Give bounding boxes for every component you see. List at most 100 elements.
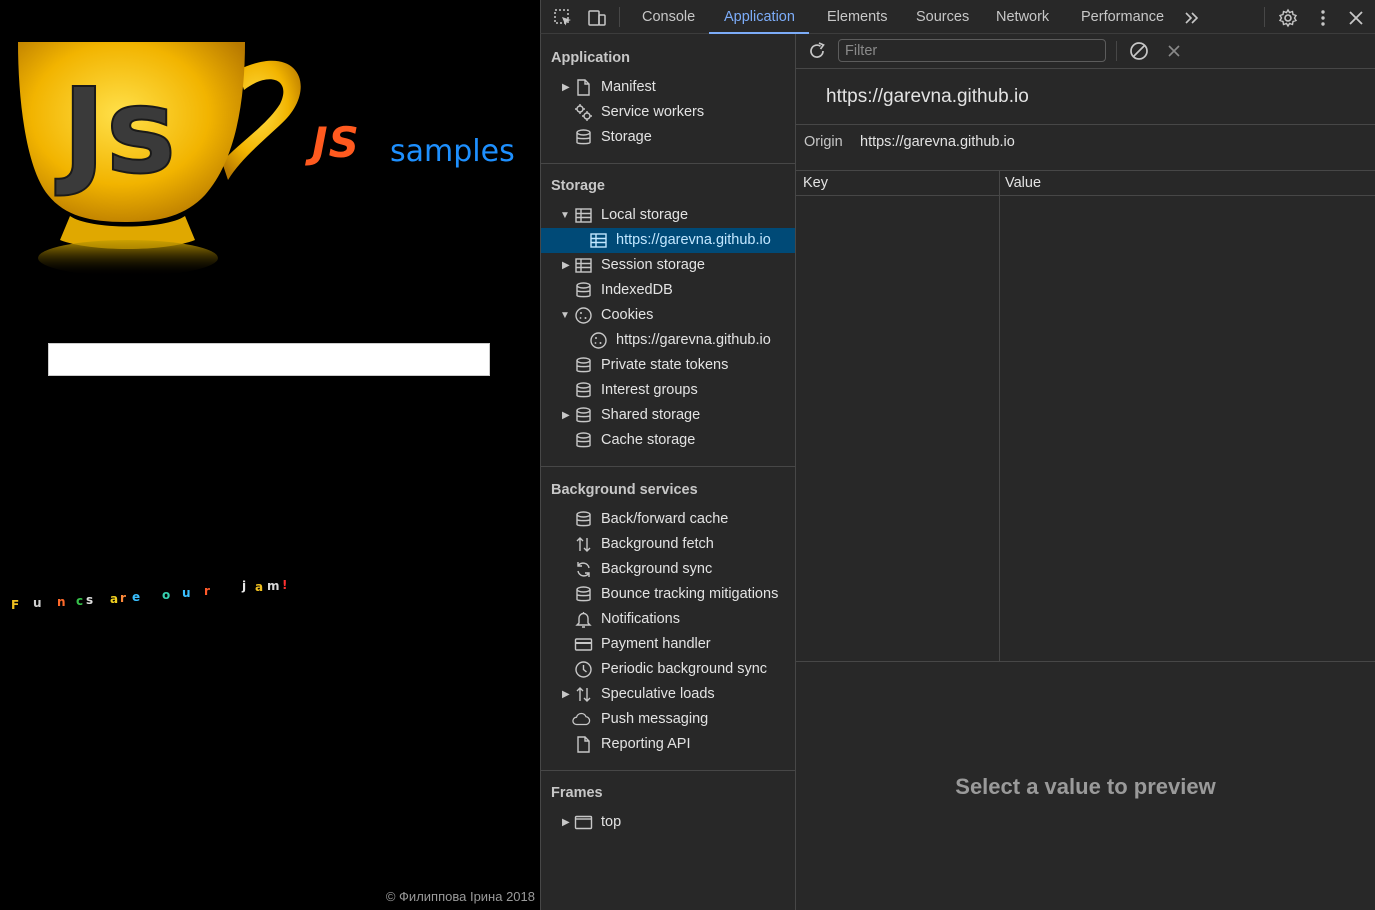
sidebar-item-push-messaging[interactable]: Push messaging — [541, 707, 795, 732]
sidebar-item-label: Periodic background sync — [601, 661, 768, 677]
sidebar-item-indexeddb[interactable]: IndexedDB — [541, 278, 795, 303]
local-storage-pane: https://garevna.github.io Origin https:/… — [796, 34, 1375, 910]
settings-gear-icon[interactable] — [1278, 8, 1298, 28]
section-divider — [541, 770, 795, 771]
collapse-arrow-icon[interactable]: ▼ — [560, 203, 570, 228]
toolbar-separator — [1116, 41, 1117, 61]
credit-card-icon — [574, 638, 593, 651]
section-divider — [541, 163, 795, 164]
expand-arrow-icon[interactable]: ▶ — [562, 682, 570, 707]
divider — [796, 124, 1375, 125]
sidebar-item-frame-top[interactable]: ▶ top — [541, 810, 795, 835]
floating-letter: a — [255, 580, 264, 594]
sidebar-item-payment-handler[interactable]: Payment handler — [541, 632, 795, 657]
sidebar-item-label: Speculative loads — [601, 686, 715, 702]
table-icon — [575, 258, 592, 273]
database-icon — [576, 407, 591, 423]
tab-sources[interactable]: Sources — [916, 0, 969, 34]
preview-placeholder: Select a value to preview — [955, 774, 1216, 799]
sidebar-item-label: Background fetch — [601, 536, 714, 552]
sidebar-item-label: Interest groups — [601, 382, 698, 398]
tabbar-separator — [619, 7, 620, 27]
database-icon — [576, 586, 591, 602]
sidebar-item-service-workers[interactable]: Service workers — [541, 100, 795, 125]
sidebar-item-interest-groups[interactable]: Interest groups — [541, 378, 795, 403]
column-header-key[interactable]: Key — [803, 171, 828, 195]
sidebar-item-label: https://garevna.github.io — [616, 232, 771, 248]
column-divider — [999, 171, 1000, 661]
column-header-value[interactable]: Value — [1005, 171, 1041, 195]
floating-letter: s — [86, 593, 94, 607]
sidebar-item-cache-storage[interactable]: Cache storage — [541, 428, 795, 453]
sidebar-item-label: Cache storage — [601, 432, 696, 448]
tabbar-separator — [1264, 7, 1265, 27]
tab-elements[interactable]: Elements — [827, 0, 887, 34]
collapse-arrow-icon[interactable]: ▼ — [560, 303, 570, 328]
gears-icon — [575, 104, 592, 121]
expand-arrow-icon[interactable]: ▶ — [562, 75, 570, 100]
delete-selected-icon[interactable] — [1165, 42, 1183, 60]
floating-letter: r — [120, 591, 126, 605]
database-icon — [576, 382, 591, 398]
database-icon — [576, 129, 591, 145]
floating-letter: r — [204, 584, 210, 598]
application-sidebar: Application ▶ Manifest Service workers S… — [540, 34, 796, 910]
sidebar-item-back-forward-cache[interactable]: Back/forward cache — [541, 507, 795, 532]
floating-letter: m — [267, 579, 280, 593]
table-icon — [575, 208, 592, 223]
more-options-kebab-icon[interactable] — [1313, 8, 1333, 28]
clear-all-icon[interactable] — [1129, 41, 1149, 61]
inspect-element-icon[interactable] — [553, 8, 573, 28]
sidebar-item-notifications[interactable]: Notifications — [541, 607, 795, 632]
tab-application[interactable]: Application — [724, 0, 795, 34]
sidebar-item-label: Push messaging — [601, 711, 709, 727]
sidebar-item-storage[interactable]: Storage — [541, 125, 795, 150]
sidebar-item-label: Shared storage — [601, 407, 701, 423]
device-toolbar-icon[interactable] — [587, 8, 607, 28]
floating-letter: c — [76, 594, 84, 608]
sidebar-item-background-sync[interactable]: Background sync — [541, 557, 795, 582]
sidebar-item-local-storage[interactable]: ▼ Local storage — [541, 203, 795, 228]
more-tabs-chevron-icon[interactable] — [1182, 8, 1202, 28]
sidebar-item-cookies[interactable]: ▼ Cookies — [541, 303, 795, 328]
sidebar-item-speculative-loads[interactable]: ▶ Speculative loads — [541, 682, 795, 707]
sidebar-item-cookies-origin[interactable]: https://garevna.github.io — [541, 328, 795, 353]
document-icon — [577, 736, 590, 753]
sidebar-item-background-fetch[interactable]: Background fetch — [541, 532, 795, 557]
sidebar-item-label: Manifest — [601, 79, 656, 95]
floating-letter: o — [162, 588, 171, 602]
devtools-tabbar: Console Application Elements Sources Net… — [540, 0, 1375, 34]
storage-toolbar — [796, 34, 1375, 69]
tab-console[interactable]: Console — [642, 0, 695, 34]
sidebar-item-periodic-background-sync[interactable]: Periodic background sync — [541, 657, 795, 682]
expand-arrow-icon[interactable]: ▶ — [562, 403, 570, 428]
sidebar-item-label: Back/forward cache — [601, 511, 729, 527]
floating-letter: n — [57, 595, 66, 609]
sidebar-item-manifest[interactable]: ▶ Manifest — [541, 75, 795, 100]
section-title-frames: Frames — [551, 785, 603, 801]
storage-data-grid[interactable]: Key Value — [796, 171, 1375, 662]
sidebar-item-private-state-tokens[interactable]: Private state tokens — [541, 353, 795, 378]
close-devtools-icon[interactable] — [1346, 8, 1366, 28]
floating-letter: a — [110, 592, 119, 606]
brand-js-text: JS — [312, 118, 360, 167]
sidebar-item-bounce-tracking[interactable]: Bounce tracking mitigations — [541, 582, 795, 607]
floating-letter: F — [11, 598, 20, 612]
floating-letter: e — [132, 590, 141, 604]
tab-performance[interactable]: Performance — [1081, 0, 1164, 34]
sidebar-item-label: Private state tokens — [601, 357, 729, 373]
sidebar-item-local-storage-origin[interactable]: https://garevna.github.io — [541, 228, 795, 253]
section-title-application: Application — [551, 50, 630, 66]
sidebar-item-label: Local storage — [601, 207, 689, 223]
tab-network[interactable]: Network — [996, 0, 1049, 34]
sidebar-item-reporting-api[interactable]: Reporting API — [541, 732, 795, 757]
expand-arrow-icon[interactable]: ▶ — [562, 253, 570, 278]
refresh-icon[interactable] — [807, 41, 827, 61]
database-icon — [576, 282, 591, 298]
origin-value: https://garevna.github.io — [860, 134, 1015, 150]
sidebar-item-shared-storage[interactable]: ▶ Shared storage — [541, 403, 795, 428]
page-text-input[interactable] — [48, 343, 490, 376]
expand-arrow-icon[interactable]: ▶ — [562, 810, 570, 835]
sidebar-item-session-storage[interactable]: ▶ Session storage — [541, 253, 795, 278]
filter-input[interactable] — [838, 39, 1106, 62]
